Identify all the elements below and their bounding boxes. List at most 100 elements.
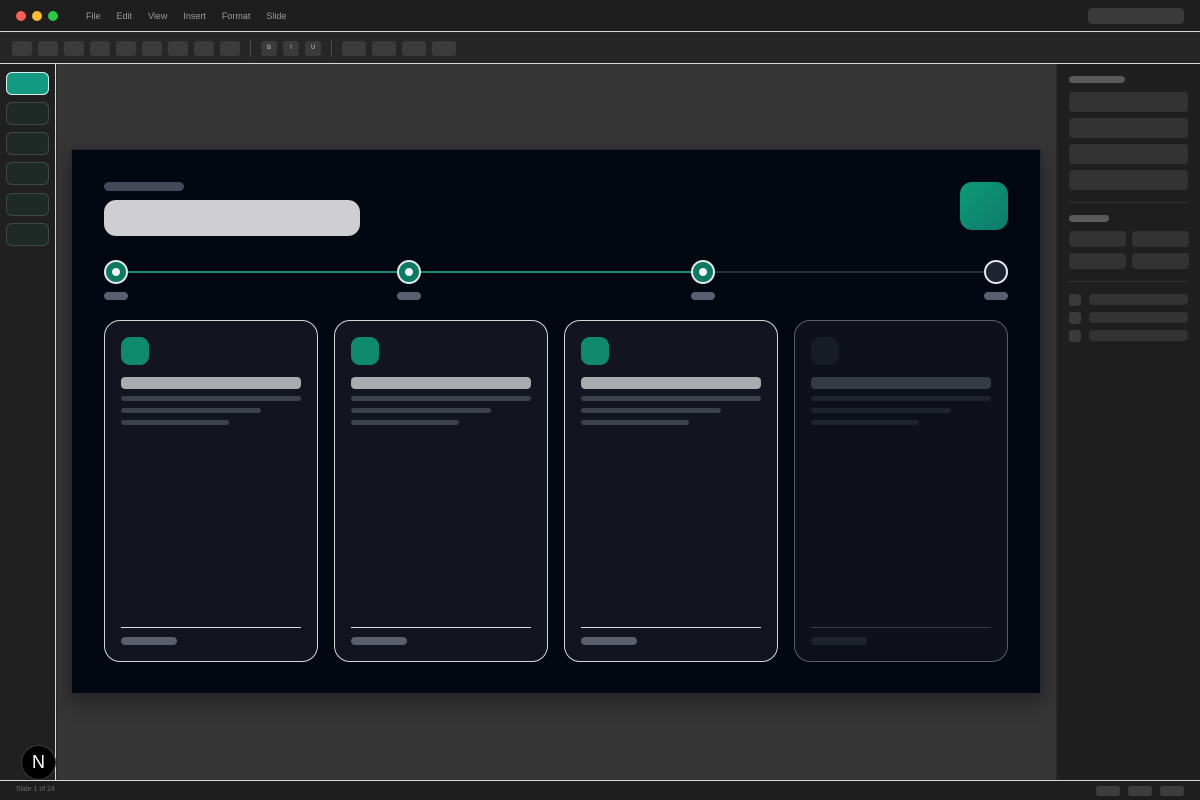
- title-bar: File Edit View Insert Format Slide: [0, 0, 1200, 32]
- menu-format[interactable]: Format: [222, 11, 251, 21]
- underline-button[interactable]: U: [305, 41, 321, 56]
- toolbar-button-10[interactable]: [342, 41, 366, 56]
- slide-thumbnail-5[interactable]: [6, 193, 49, 216]
- menu-insert[interactable]: Insert: [183, 11, 206, 21]
- property-input-h[interactable]: [1132, 253, 1189, 269]
- card-divider: [121, 627, 301, 628]
- menu-slide[interactable]: Slide: [266, 11, 286, 21]
- toolbar-button-6[interactable]: [142, 41, 162, 56]
- toolbar-button-4[interactable]: [90, 41, 110, 56]
- toolbar-button-3[interactable]: [64, 41, 84, 56]
- menu-file[interactable]: File: [86, 11, 101, 21]
- progress-track-pending: [704, 271, 997, 273]
- step-label-3: [691, 292, 715, 300]
- card-divider: [351, 627, 531, 628]
- panel-divider: [1069, 281, 1188, 282]
- card-divider: [811, 627, 991, 628]
- property-field-4[interactable]: [1069, 170, 1188, 190]
- card-footer: [811, 637, 867, 645]
- card-footer: [581, 637, 637, 645]
- toolbar-button-11[interactable]: [372, 41, 396, 56]
- slide-thumbnail-3[interactable]: [6, 132, 49, 155]
- step-card-3[interactable]: [564, 320, 778, 662]
- close-window-button[interactable]: [16, 11, 26, 21]
- status-control-2[interactable]: [1128, 786, 1152, 796]
- app-badge-icon[interactable]: N: [21, 745, 56, 780]
- card-text-line: [121, 396, 301, 401]
- card-text-line: [351, 396, 531, 401]
- status-control-3[interactable]: [1160, 786, 1184, 796]
- step-card-2[interactable]: [334, 320, 548, 662]
- menu-edit[interactable]: Edit: [117, 11, 133, 21]
- card-text-line: [811, 420, 919, 425]
- minimize-window-button[interactable]: [32, 11, 42, 21]
- option-label-2: [1089, 312, 1188, 323]
- maximize-window-button[interactable]: [48, 11, 58, 21]
- card-text-line: [121, 420, 229, 425]
- toolbar-divider: [250, 40, 251, 57]
- slide-thumbnail-1[interactable]: [6, 72, 49, 95]
- toolbar-button-7[interactable]: [168, 41, 188, 56]
- share-button[interactable]: [1088, 8, 1184, 24]
- card-text-line: [351, 420, 459, 425]
- step-card-1[interactable]: [104, 320, 318, 662]
- step-marker-4[interactable]: [984, 260, 1008, 284]
- card-icon: [351, 337, 379, 365]
- card-title: [351, 377, 531, 389]
- card-footer: [351, 637, 407, 645]
- toolbar: B I U: [0, 33, 1200, 64]
- editor-canvas[interactable]: [57, 64, 1056, 780]
- card-text-line: [811, 408, 951, 413]
- card-title: [811, 377, 991, 389]
- slide[interactable]: [71, 149, 1041, 694]
- toolbar-button-12[interactable]: [402, 41, 426, 56]
- toolbar-button-8[interactable]: [194, 41, 214, 56]
- step-label-1: [104, 292, 128, 300]
- card-text-line: [581, 408, 721, 413]
- panel-section-heading: [1069, 76, 1125, 83]
- panel-divider: [1069, 202, 1188, 203]
- toolbar-button-1[interactable]: [12, 41, 32, 56]
- step-marker-2[interactable]: [397, 260, 421, 284]
- property-input-x[interactable]: [1069, 231, 1126, 247]
- toolbar-divider: [331, 40, 332, 57]
- card-text-line: [351, 408, 491, 413]
- menu-view[interactable]: View: [148, 11, 167, 21]
- slide-thumbnail-2[interactable]: [6, 102, 49, 125]
- property-input-w[interactable]: [1069, 253, 1126, 269]
- bold-button[interactable]: B: [261, 41, 277, 56]
- logo-tile[interactable]: [960, 182, 1008, 230]
- card-title: [121, 377, 301, 389]
- option-label-3: [1089, 330, 1188, 341]
- option-checkbox-1[interactable]: [1069, 294, 1081, 306]
- card-text-line: [581, 396, 761, 401]
- slide-thumbnail-6[interactable]: [6, 223, 49, 246]
- option-checkbox-3[interactable]: [1069, 330, 1081, 342]
- slide-thumbnail-4[interactable]: [6, 162, 49, 185]
- property-input-y[interactable]: [1132, 231, 1189, 247]
- slide-counter: Slide 1 of 24: [16, 786, 55, 793]
- step-marker-1[interactable]: [104, 260, 128, 284]
- step-card-4[interactable]: [794, 320, 1008, 662]
- status-control-1[interactable]: [1096, 786, 1120, 796]
- toolbar-button-2[interactable]: [38, 41, 58, 56]
- card-text-line: [811, 396, 991, 401]
- card-icon: [581, 337, 609, 365]
- card-title: [581, 377, 761, 389]
- toolbar-button-9[interactable]: [220, 41, 240, 56]
- card-icon: [811, 337, 839, 365]
- option-checkbox-2[interactable]: [1069, 312, 1081, 324]
- slide-headline[interactable]: [104, 200, 360, 236]
- step-label-4: [984, 292, 1008, 300]
- status-bar: Slide 1 of 24: [0, 780, 1200, 800]
- property-field-1[interactable]: [1069, 92, 1188, 112]
- toolbar-button-13[interactable]: [432, 41, 456, 56]
- slide-eyebrow[interactable]: [104, 182, 184, 191]
- toolbar-button-5[interactable]: [116, 41, 136, 56]
- step-marker-3[interactable]: [691, 260, 715, 284]
- slide-thumbnail-panel: [0, 64, 56, 780]
- property-field-2[interactable]: [1069, 118, 1188, 138]
- property-field-3[interactable]: [1069, 144, 1188, 164]
- properties-panel: [1057, 64, 1200, 780]
- italic-button[interactable]: I: [283, 41, 299, 56]
